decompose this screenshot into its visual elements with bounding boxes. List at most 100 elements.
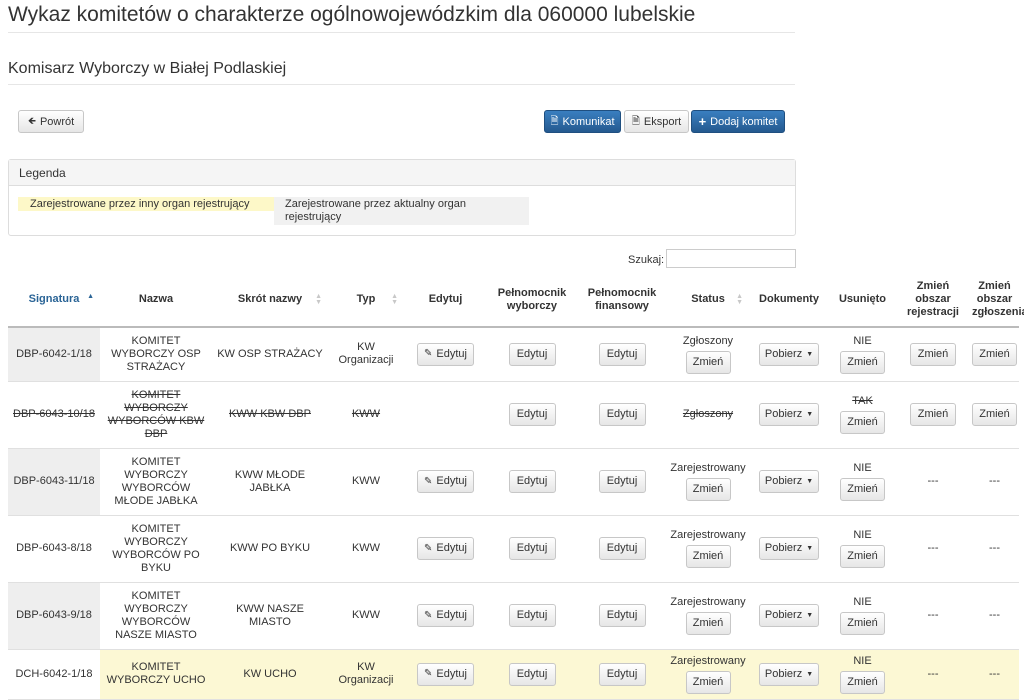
edit-button[interactable]: ✎ Edytuj xyxy=(417,604,474,627)
type-cell: KW Organizacji xyxy=(328,649,404,700)
pencil-icon: ✎ xyxy=(424,668,433,679)
deleted-text: NIE xyxy=(853,529,872,541)
title-divider xyxy=(8,32,795,33)
change-deleted-button[interactable]: Zmień xyxy=(840,545,885,568)
pencil-icon: ✎ xyxy=(424,542,433,554)
edit-button[interactable]: ✎ Edytuj xyxy=(417,662,474,686)
pencil-icon: ✎ xyxy=(424,475,433,487)
col-status[interactable]: Status ▲ ▼ xyxy=(667,273,749,328)
search-label: Szukaj: xyxy=(628,254,665,266)
change-status-button[interactable]: Zmień xyxy=(685,350,731,374)
edit-finance-button[interactable]: Edytuj xyxy=(598,662,646,686)
table-row: DBP-6043-8/18 KOMITET WYBORCZY WYBORCÓW … xyxy=(8,515,1019,583)
legend-current-org: Zarejestrowane przez aktualny organ reje… xyxy=(274,197,529,225)
edit-proxy-button[interactable]: Edytuj xyxy=(508,403,556,426)
edit-finance-button[interactable]: Edytuj xyxy=(598,470,646,493)
edit-proxy-button[interactable]: Edytuj xyxy=(508,537,556,560)
change-reg-area-button[interactable]: Zmień xyxy=(910,342,956,366)
table-header-row: Signatura ▲ Nazwa Skrót nazwy ▲ ▼ Typ ▲ ▼ Edy… xyxy=(8,273,1024,328)
table-row: DCH-6042-1/18 KOMITET WYBORCZY UCHO KW U… xyxy=(8,649,1019,700)
caret-down-icon: ▼ xyxy=(806,350,814,358)
reg-area-empty: --- xyxy=(896,448,970,516)
table-row: DBP-6043-11/18 KOMITET WYBORCZY WYBORCÓW… xyxy=(8,448,1019,516)
sub-area-empty: --- xyxy=(970,649,1019,700)
table-row: DBP-6043-9/18 KOMITET WYBORCZY WYBORCÓW … xyxy=(8,582,1019,650)
edit-finance-button[interactable]: Edytuj xyxy=(598,342,646,366)
back-button[interactable]: 🡸 Powrót xyxy=(18,110,84,133)
edit-proxy-button[interactable]: Edytuj xyxy=(508,342,556,366)
signature-cell: DBP-6043-10/18 xyxy=(8,381,100,449)
edit-button[interactable]: ✎ Edytuj xyxy=(417,470,474,493)
short-name-cell: KW OSP STRAŻACY xyxy=(212,327,328,382)
change-sub-area-button[interactable]: Zmień xyxy=(972,403,1017,426)
edit-finance-button[interactable]: Edytuj xyxy=(598,604,646,627)
change-reg-area-button[interactable]: Zmień xyxy=(910,403,956,426)
change-status-button[interactable]: Zmień xyxy=(685,545,731,568)
caret-down-icon: ▼ xyxy=(806,545,814,552)
edit-finance-button[interactable]: Edytuj xyxy=(598,403,646,426)
name-cell: KOMITET WYBORCZY WYBORCÓW PO BYKU xyxy=(100,515,212,583)
col-finance: Pełnomocnik finansowy xyxy=(577,273,667,328)
sort-icon: ▲ ▼ xyxy=(391,293,398,306)
change-status-button[interactable]: Zmień xyxy=(685,612,731,635)
type-cell: KWW xyxy=(328,515,404,583)
page-title: Wykaz komitetów o charakterze ogólnowoje… xyxy=(8,3,696,26)
deleted-text: TAK xyxy=(852,395,873,407)
status-text: Zarejestrowany xyxy=(670,654,746,667)
edit-button[interactable]: ✎ Edytuj xyxy=(417,342,474,366)
pencil-icon: ✎ xyxy=(424,609,433,621)
caret-down-icon: ▼ xyxy=(806,670,814,678)
change-deleted-button[interactable]: Zmień xyxy=(840,411,885,434)
short-name-cell: KWW NASZE MIASTO xyxy=(212,582,328,650)
search-input[interactable] xyxy=(666,249,796,268)
export-button[interactable]: 🗎 Eksport xyxy=(624,110,689,133)
page-subtitle: Komisarz Wyborczy w Białej Podlaskiej xyxy=(8,60,287,77)
download-dropdown[interactable]: Pobierz ▼ xyxy=(759,604,819,627)
short-name-cell: KW UCHO xyxy=(212,649,328,700)
komunikat-label: Komunikat xyxy=(562,115,615,128)
add-committee-button[interactable]: + Dodaj komitet xyxy=(691,110,785,133)
col-name[interactable]: Nazwa xyxy=(100,273,212,328)
reg-area-empty: --- xyxy=(896,649,970,700)
caret-down-icon: ▼ xyxy=(806,411,814,418)
download-dropdown[interactable]: Pobierz ▼ xyxy=(759,470,819,493)
change-deleted-button[interactable]: Zmień xyxy=(840,350,885,374)
change-sub-area-button[interactable]: Zmień xyxy=(972,342,1017,366)
name-cell: KOMITET WYBORCZY OSP STRAŻACY xyxy=(100,327,212,382)
sub-area-empty: --- xyxy=(970,515,1019,583)
download-dropdown[interactable]: Pobierz ▼ xyxy=(759,537,819,560)
reg-area-empty: --- xyxy=(896,582,970,650)
download-dropdown[interactable]: Pobierz ▼ xyxy=(759,342,819,366)
signature-cell: DCH-6042-1/18 xyxy=(8,649,100,700)
col-signature[interactable]: Signatura ▲ xyxy=(8,273,100,328)
change-status-button[interactable]: Zmień xyxy=(685,670,731,694)
caret-down-icon: ▼ xyxy=(806,478,814,485)
committees-table: Signatura ▲ Nazwa Skrót nazwy ▲ ▼ Typ ▲ ▼ Edy… xyxy=(8,273,1024,700)
type-cell: KWW xyxy=(328,381,404,449)
deleted-text: NIE xyxy=(853,654,872,667)
download-dropdown[interactable]: Pobierz ▼ xyxy=(759,662,819,686)
edit-button[interactable]: ✎ Edytuj xyxy=(417,537,474,560)
legend-other-org: Zarejestrowane przez inny organ rejestru… xyxy=(18,197,275,211)
change-deleted-button[interactable]: Zmień xyxy=(840,478,885,501)
col-short-name[interactable]: Skrót nazwy ▲ ▼ xyxy=(212,273,328,328)
edit-proxy-button[interactable]: Edytuj xyxy=(508,662,556,686)
col-proxy: Pełnomocnik wyborczy xyxy=(487,273,577,328)
status-text: Zarejestrowany xyxy=(670,596,746,608)
reg-area-empty: --- xyxy=(896,515,970,583)
download-dropdown[interactable]: Pobierz ▼ xyxy=(759,403,819,426)
edit-proxy-button[interactable]: Edytuj xyxy=(508,604,556,627)
col-edit: Edytuj xyxy=(404,273,487,328)
komunikat-button[interactable]: 🗎 Komunikat xyxy=(544,110,621,133)
back-label: Powrót xyxy=(39,115,75,128)
change-status-button[interactable]: Zmień xyxy=(685,478,731,501)
table-row: DBP-6043-10/18 KOMITET WYBORCZY WYBORCÓW… xyxy=(8,381,1019,449)
col-type[interactable]: Typ ▲ ▼ xyxy=(328,273,404,328)
change-deleted-button[interactable]: Zmień xyxy=(840,670,885,694)
edit-proxy-button[interactable]: Edytuj xyxy=(508,470,556,493)
change-deleted-button[interactable]: Zmień xyxy=(840,612,885,635)
name-cell: KOMITET WYBORCZY UCHO xyxy=(100,649,212,700)
edit-finance-button[interactable]: Edytuj xyxy=(598,537,646,560)
signature-cell: DBP-6042-1/18 xyxy=(8,327,100,382)
table-row: DBP-6042-1/18 KOMITET WYBORCZY OSP STRAŻ… xyxy=(8,327,1019,382)
